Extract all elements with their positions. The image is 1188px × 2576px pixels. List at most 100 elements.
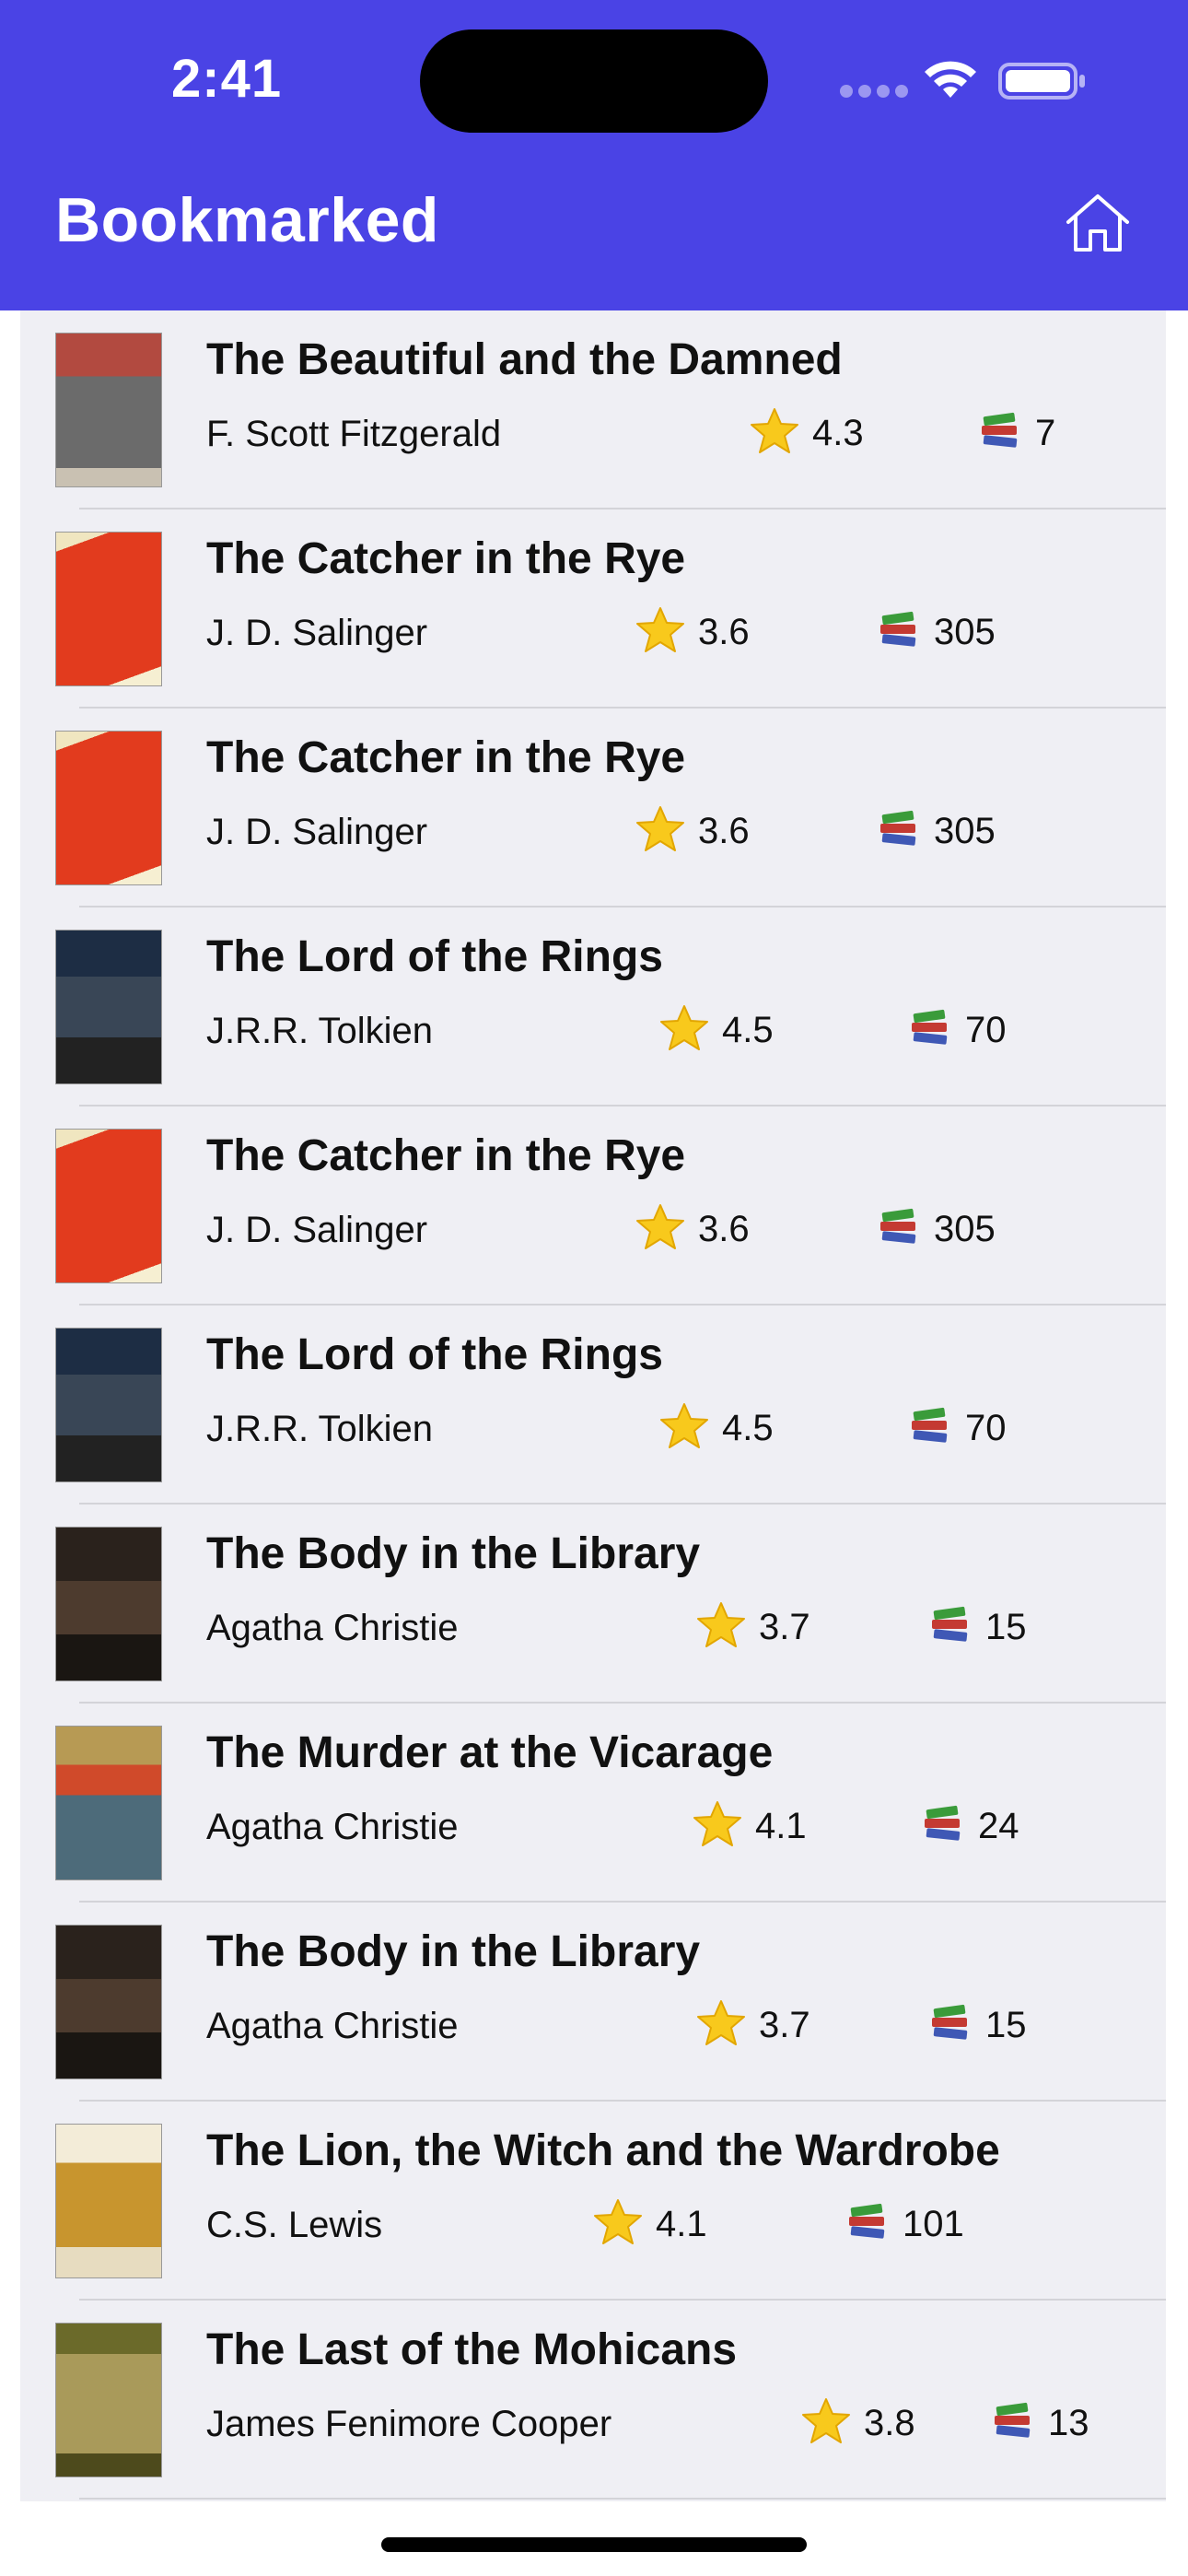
book-author: Agatha Christie: [206, 2006, 459, 2046]
battery-icon: [998, 63, 1085, 100]
book-row[interactable]: The Last of the Mohicans James Fenimore C…: [20, 2301, 1166, 2500]
book-title: The Catcher in the Rye: [206, 534, 686, 583]
books-icon: [908, 1406, 952, 1451]
rating: 4.1: [693, 1799, 807, 1853]
book-author: J.R.R. Tolkien: [206, 1011, 434, 1051]
home-button[interactable]: [1059, 184, 1136, 262]
book-cover-image: [55, 2323, 162, 2477]
rating: 3.6: [635, 605, 750, 659]
book-author: Agatha Christie: [206, 1807, 459, 1847]
book-author: J. D. Salinger: [206, 812, 428, 852]
star-icon: [593, 2198, 643, 2251]
book-title: The Lord of the Rings: [206, 1330, 663, 1379]
star-icon: [635, 1203, 685, 1256]
rating: 3.6: [635, 804, 750, 858]
rating-value: 4.3: [812, 412, 864, 453]
book-cover-image: [55, 333, 162, 487]
book-cover-image: [55, 731, 162, 885]
book-cover-image: [55, 2124, 162, 2278]
home-indicator: [381, 2537, 807, 2552]
book-count: 13: [991, 2396, 1089, 2450]
book-cover-image: [55, 1726, 162, 1880]
rating-value: 4.5: [722, 1009, 774, 1050]
book-author: Agatha Christie: [206, 1608, 459, 1648]
rating: 4.5: [659, 1401, 774, 1455]
book-author: J. D. Salinger: [206, 613, 428, 653]
book-row[interactable]: The Lion, the Witch and the Wardrobe C.S.…: [20, 2102, 1166, 2301]
book-title: The Last of the Mohicans: [206, 2325, 738, 2374]
rating: 4.1: [593, 2197, 707, 2251]
rating-value: 4.1: [755, 1805, 807, 1846]
rating-value: 3.8: [864, 2402, 915, 2443]
book-count: 70: [908, 1003, 1007, 1057]
book-count: 305: [877, 1202, 996, 1256]
books-icon: [877, 1207, 921, 1252]
book-count-value: 305: [934, 1208, 996, 1249]
book-row[interactable]: The Catcher in the Rye J. D. Salinger 3.6 3…: [20, 708, 1166, 907]
book-title: The Body in the Library: [206, 1529, 701, 1578]
book-row[interactable]: The Murder at the Vicarage Agatha Christi…: [20, 1704, 1166, 1903]
book-cover-image: [55, 532, 162, 686]
book-row[interactable]: The Lord of the Rings J.R.R. Tolkien 4.5 70: [20, 907, 1166, 1107]
books-icon: [877, 809, 921, 854]
rating: 3.8: [801, 2396, 915, 2450]
star-icon: [801, 2397, 851, 2450]
book-count: 24: [921, 1799, 1019, 1853]
book-count-value: 15: [985, 2004, 1027, 2045]
page-title: Bookmarked: [55, 185, 439, 255]
rating: 3.7: [696, 1600, 810, 1654]
book-row[interactable]: The Body in the Library Agatha Christie 3.…: [20, 1903, 1166, 2102]
book-count-value: 101: [903, 2203, 964, 2244]
rating-value: 3.6: [698, 1208, 750, 1249]
books-icon: [845, 2202, 890, 2247]
dynamic-island: [420, 29, 768, 133]
book-row[interactable]: The Body in the Library Agatha Christie 3.…: [20, 1505, 1166, 1704]
rating-value: 4.1: [656, 2203, 707, 2244]
rating: 4.3: [750, 406, 864, 460]
book-cover-image: [55, 1328, 162, 1482]
book-author: J. D. Salinger: [206, 1210, 428, 1250]
bookmark-list: The Beautiful and the Damned F. Scott Fit…: [20, 310, 1166, 2501]
rating: 4.5: [659, 1003, 774, 1057]
book-title: The Catcher in the Rye: [206, 733, 686, 782]
books-icon: [928, 1605, 973, 1650]
book-count: 15: [928, 1600, 1027, 1654]
star-icon: [693, 1800, 742, 1853]
rating-value: 3.7: [759, 1606, 810, 1647]
book-row[interactable]: The Catcher in the Rye J. D. Salinger 3.6 3…: [20, 1107, 1166, 1306]
book-count-value: 7: [1035, 412, 1056, 453]
star-icon: [659, 1004, 709, 1057]
book-count-value: 24: [978, 1805, 1019, 1846]
book-author: James Fenimore Cooper: [206, 2404, 612, 2444]
star-icon: [696, 1601, 746, 1654]
books-icon: [928, 2003, 973, 2048]
book-count: 101: [845, 2197, 964, 2251]
wifi-icon: [925, 61, 976, 98]
book-title: The Lord of the Rings: [206, 932, 663, 981]
book-cover-image: [55, 1129, 162, 1283]
nav-bar: 2:41 Bookmarked: [0, 0, 1188, 310]
book-title: The Murder at the Vicarage: [206, 1728, 774, 1777]
rating-value: 3.7: [759, 2004, 810, 2045]
star-icon: [635, 606, 685, 659]
rating-value: 4.5: [722, 1407, 774, 1448]
book-author: F. Scott Fitzgerald: [206, 414, 502, 454]
book-count-value: 305: [934, 611, 996, 652]
star-icon: [659, 1402, 709, 1455]
books-icon: [877, 610, 921, 655]
rating: 3.6: [635, 1202, 750, 1256]
book-title: The Catcher in the Rye: [206, 1131, 686, 1180]
book-title: The Body in the Library: [206, 1927, 701, 1976]
book-count-value: 70: [965, 1009, 1007, 1050]
book-count-value: 70: [965, 1407, 1007, 1448]
book-count: 305: [877, 605, 996, 659]
book-cover-image: [55, 1925, 162, 2079]
book-author: C.S. Lewis: [206, 2205, 383, 2245]
book-row[interactable]: The Catcher in the Rye J. D. Salinger 3.6 3…: [20, 509, 1166, 708]
book-row[interactable]: The Lord of the Rings J.R.R. Tolkien 4.5 70: [20, 1306, 1166, 1505]
book-row[interactable]: The Beautiful and the Damned F. Scott Fit…: [20, 310, 1166, 509]
books-icon: [921, 1804, 965, 1849]
books-icon: [908, 1008, 952, 1053]
book-count: 70: [908, 1401, 1007, 1455]
books-icon: [978, 411, 1022, 456]
